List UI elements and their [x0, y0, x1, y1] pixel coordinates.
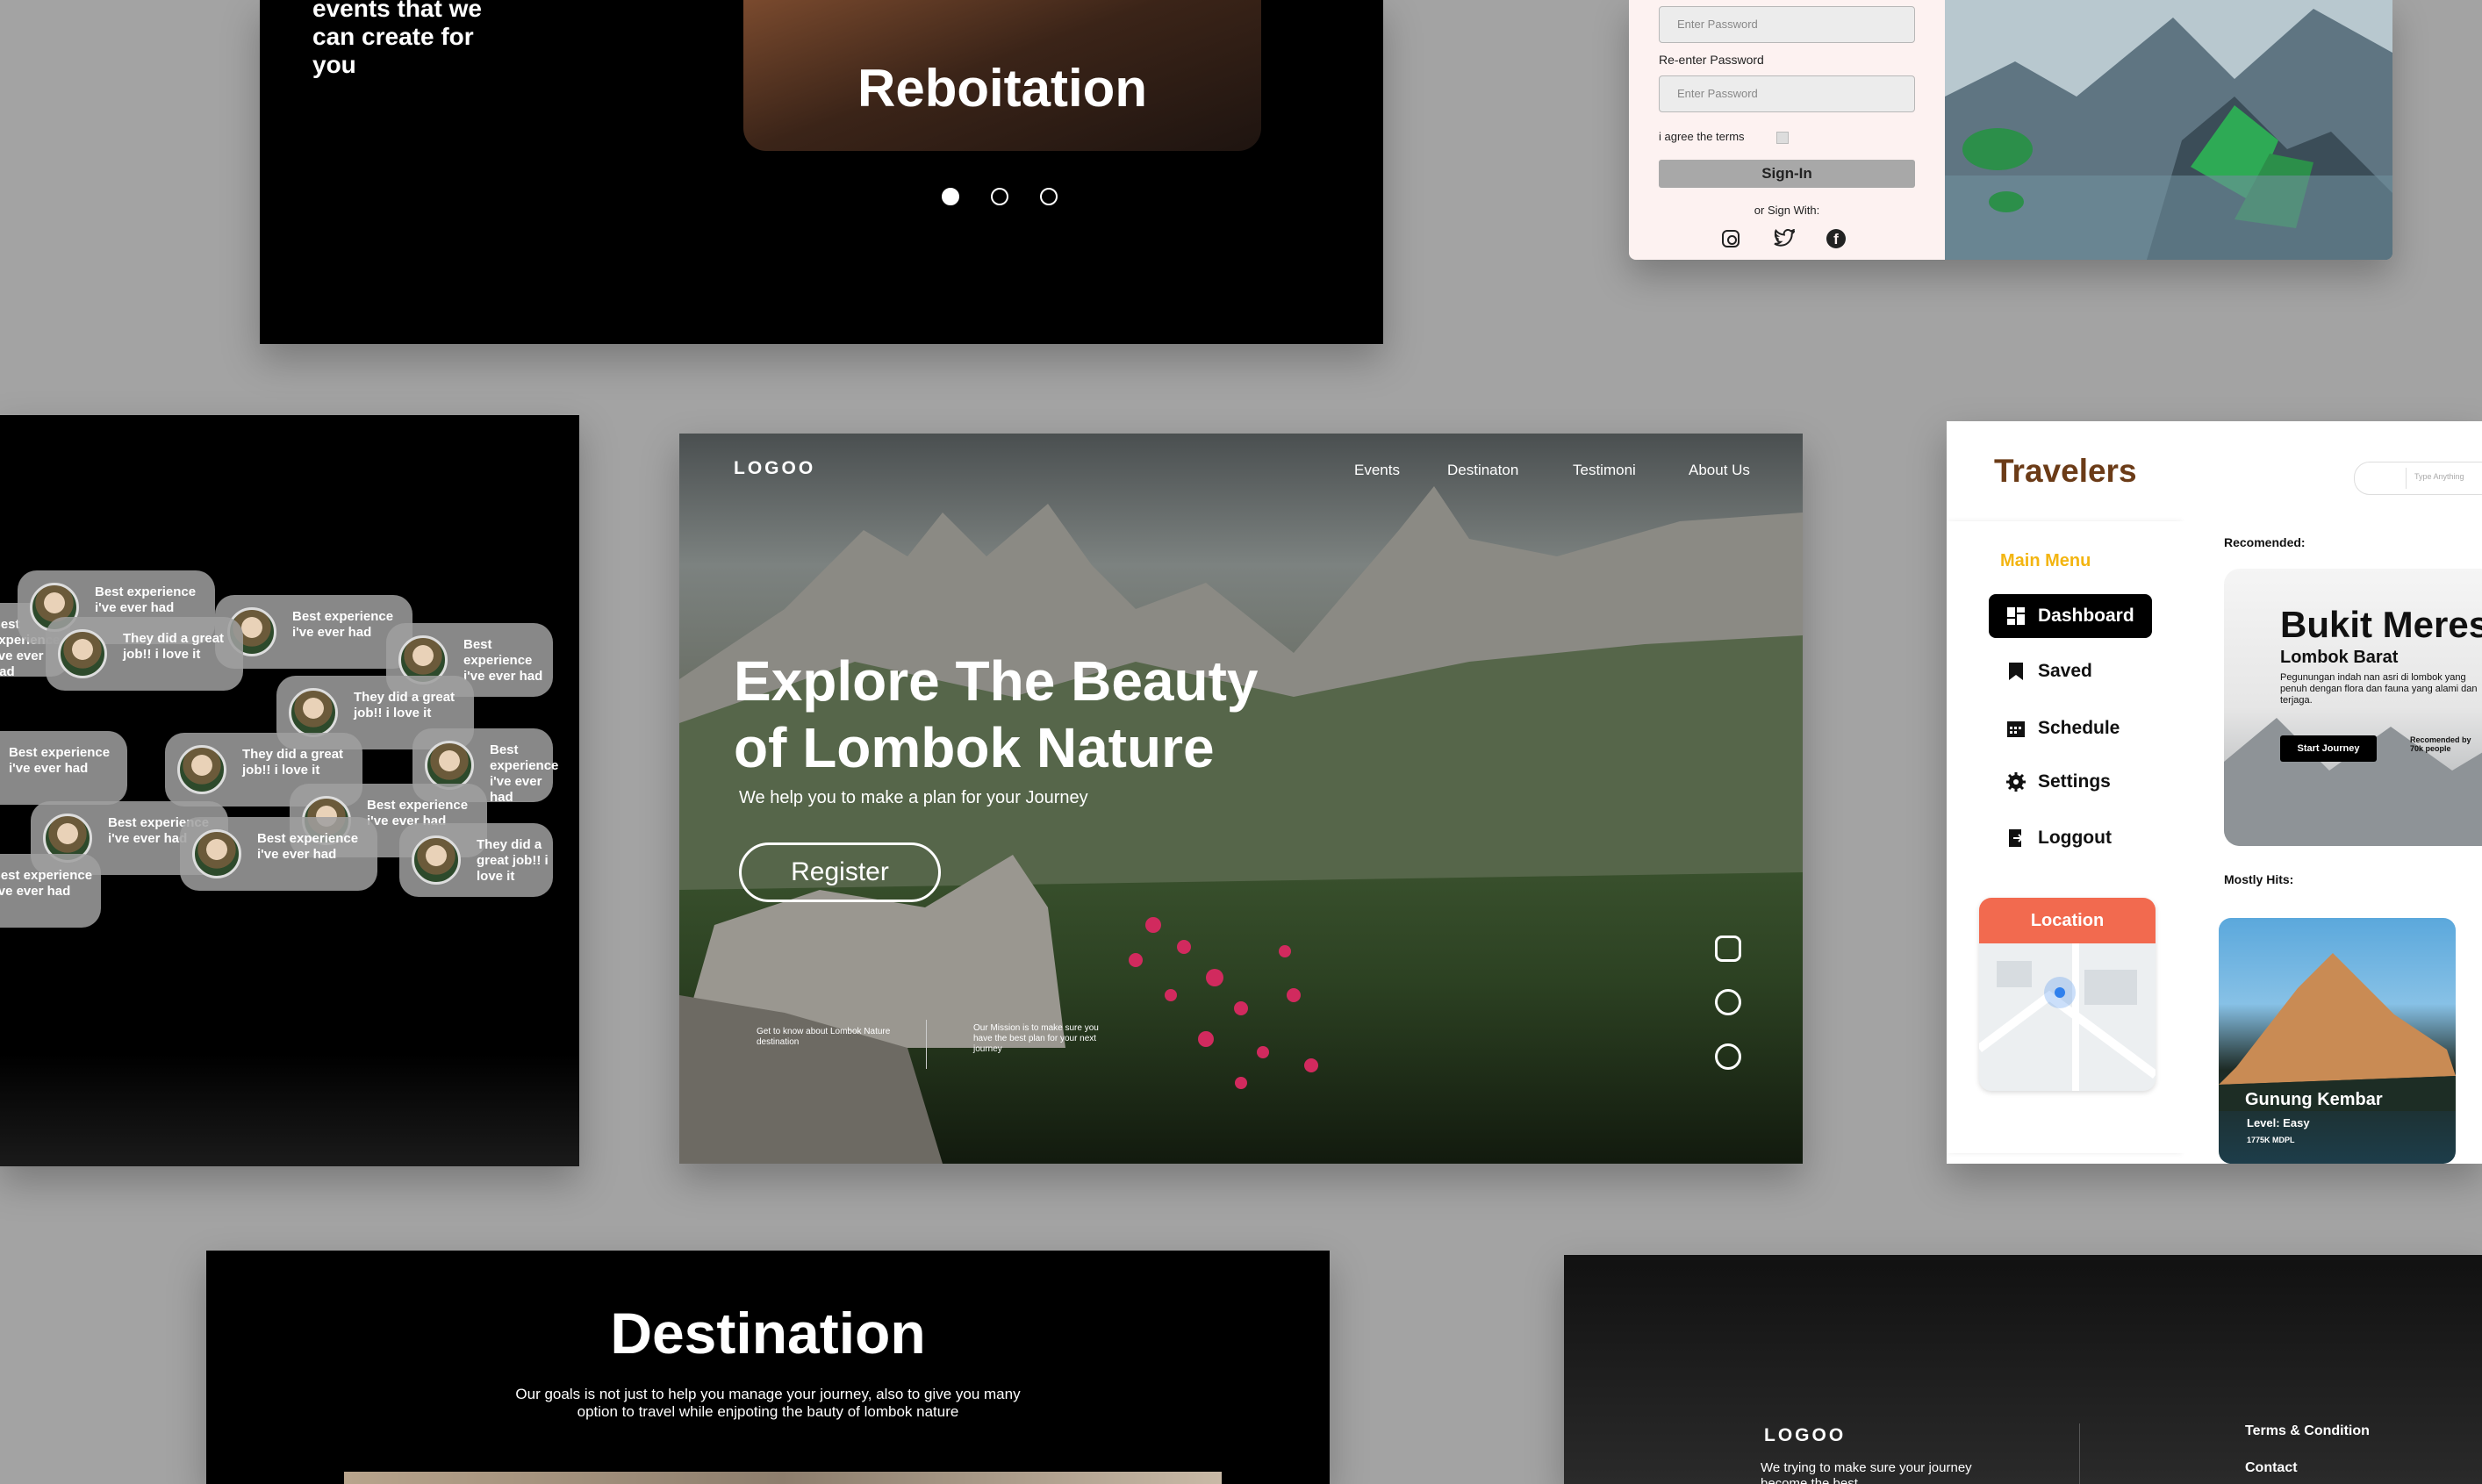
mostly-hits-label: Mostly Hits:: [2224, 872, 2294, 886]
testimonial-bubble: Best experience i've ever had: [0, 854, 101, 928]
carousel-dot-2[interactable]: [991, 188, 1008, 205]
featured-desc: Pegunungan indah nan asri di lombok yang…: [2280, 672, 2478, 706]
footer-about: Get to know about Lombok Nature destinat…: [757, 1027, 891, 1047]
reenter-password-input[interactable]: Enter Password: [1659, 75, 1915, 112]
footer-divider: [926, 1020, 927, 1069]
testimonial-bubble: Best experience i've ever had: [180, 817, 377, 891]
signin-button[interactable]: Sign-In: [1659, 160, 1915, 188]
featured-card[interactable]: Bukit Meres Lombok Barat Pegunungan inda…: [2224, 569, 2482, 846]
nav-events[interactable]: Events: [1354, 462, 1400, 479]
nav-destination[interactable]: Destinaton: [1447, 462, 1518, 479]
testimonial-bubble: Best experience i've ever had: [215, 595, 412, 669]
testimonial-bubble: They did a great job!! i love it: [46, 617, 243, 691]
recommended-label: Recomended:: [2224, 535, 2306, 549]
map-view: [1979, 943, 2156, 1091]
password-input[interactable]: Enter Password: [1659, 6, 1915, 43]
search-input[interactable]: Type Anything: [2354, 462, 2482, 495]
bookmark-icon: [2009, 663, 2023, 680]
twitter-icon[interactable]: [1715, 989, 1741, 1015]
hit-level: Level: Easy: [2247, 1116, 2310, 1129]
location-header: Location: [1979, 898, 2156, 943]
gear-icon: [2006, 772, 2026, 792]
facebook-icon[interactable]: [1715, 1043, 1741, 1070]
slide-title: Reboitation: [857, 59, 1147, 118]
logo[interactable]: LOGOO: [734, 458, 815, 479]
events-tagline: events that we can create for you: [312, 0, 482, 78]
destination-desc-2: option to travel while enjpoting the bau…: [577, 1403, 959, 1420]
footer-mission: Our Mission is to make sure you have the…: [973, 1023, 1099, 1054]
menu-item-settings[interactable]: Settings: [1989, 760, 2152, 804]
nav-about-us[interactable]: About Us: [1689, 462, 1750, 479]
instagram-icon[interactable]: [1722, 230, 1740, 247]
menu-item-dashboard[interactable]: Dashboard: [1989, 594, 2152, 638]
featured-title: Bukit Meres: [2280, 604, 2482, 645]
hero-subhead: We help you to make a plan for your Jour…: [739, 788, 1088, 807]
instagram-icon[interactable]: [1715, 936, 1741, 962]
calendar-icon: [2007, 721, 2025, 737]
featured-subtitle: Lombok Barat: [2280, 648, 2399, 667]
hero-panel: LOGOO Events Destinaton Testimoni About …: [679, 434, 1803, 1164]
footer-logo[interactable]: LOGOO: [1764, 1425, 1846, 1446]
main-menu-label: Main Menu: [2000, 551, 2091, 570]
testimonials-panel: Best experience i've ever had Best exper…: [0, 415, 579, 1166]
footer-tagline: We trying to make sure your journey beco…: [1761, 1460, 1972, 1484]
menu-item-saved[interactable]: Saved: [1989, 649, 2152, 693]
footer-terms-link[interactable]: Terms & Condition: [2245, 1423, 2370, 1439]
start-journey-button[interactable]: Start Journey: [2280, 735, 2377, 762]
terms-label: i agree the terms: [1659, 130, 1745, 143]
terms-checkbox[interactable]: [1776, 132, 1789, 144]
recommended-by: Recomended by 70k people: [2410, 735, 2471, 753]
events-panel: events that we can create for you Reboit…: [260, 0, 1383, 344]
hit-card[interactable]: Gunung Kembar Level: Easy 1775K MDPL: [2219, 918, 2456, 1164]
footer-panel: LOGOO We trying to make sure your journe…: [1564, 1255, 2482, 1484]
facebook-icon[interactable]: f: [1826, 229, 1846, 248]
headline-line-2: of Lombok Nature: [734, 716, 1215, 779]
destination-title: Destination: [610, 1301, 926, 1366]
dashboard-icon: [2007, 607, 2025, 625]
register-button[interactable]: Register: [739, 842, 941, 902]
carousel-dot-1[interactable]: [942, 188, 959, 205]
twitter-icon[interactable]: [1774, 229, 1795, 248]
brand-logo[interactable]: Travelers: [1994, 453, 2137, 490]
destination-image: [344, 1472, 1222, 1484]
headline-line-1: Explore The Beauty: [734, 649, 1259, 713]
hero-headline: Explore The Beauty of Lombok Nature: [734, 648, 1259, 781]
destination-desc-1: Our goals is not just to help you manage…: [515, 1386, 1021, 1402]
footer-divider: [2079, 1423, 2080, 1484]
menu-item-logout[interactable]: Loggout: [1989, 816, 2152, 860]
destination-panel: Destination Our goals is not just to hel…: [206, 1251, 1330, 1484]
hit-title: Gunung Kembar: [2245, 1090, 2383, 1109]
testimonial-bubble: Best experience i've ever had: [0, 731, 127, 805]
menu-item-schedule[interactable]: Schedule: [1989, 706, 2152, 750]
or-sign-with: or Sign With:: [1754, 204, 1820, 217]
nav-testimoni[interactable]: Testimoni: [1573, 462, 1636, 479]
testimonial-bubble: They did a great job!! i love it: [399, 823, 553, 897]
reenter-label: Re-enter Password: [1659, 53, 1764, 67]
hit-elevation: 1775K MDPL: [2247, 1136, 2295, 1144]
mountain-illustration: [1945, 0, 2392, 260]
slide-card[interactable]: Reboitation: [743, 0, 1261, 151]
carousel-dot-3[interactable]: [1040, 188, 1058, 205]
footer-contact-link[interactable]: Contact: [2245, 1460, 2298, 1476]
location-card[interactable]: Location: [1979, 898, 2156, 1091]
logout-icon: [2009, 829, 2024, 847]
